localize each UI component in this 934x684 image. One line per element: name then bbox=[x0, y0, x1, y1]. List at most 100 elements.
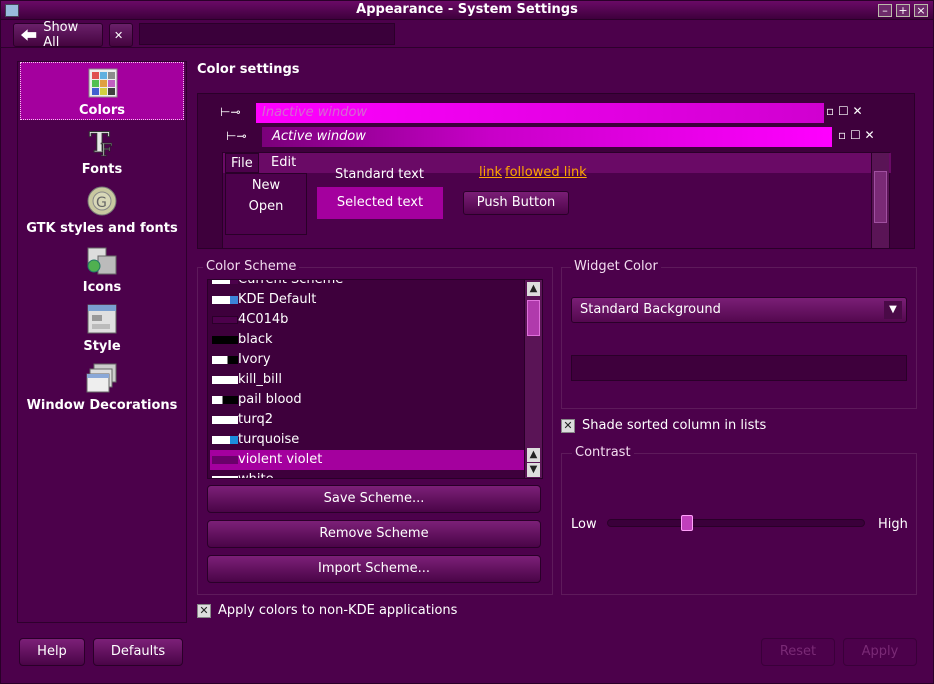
sidebar-item-style[interactable]: Style bbox=[20, 299, 184, 357]
swatch bbox=[212, 336, 238, 344]
active-window-titlebar: Active window bbox=[262, 127, 832, 147]
list-item[interactable]: black bbox=[210, 330, 526, 350]
appearance-window: Appearance - System Settings – + × Show … bbox=[0, 0, 934, 684]
push-button-sample: Push Button bbox=[463, 191, 569, 215]
fonts-icon: T F bbox=[89, 126, 113, 158]
sidebar-item-label: Fonts bbox=[81, 162, 123, 177]
apply-colors-label: Apply colors to non-KDE applications bbox=[218, 603, 458, 618]
scroll-thumb bbox=[874, 171, 887, 223]
list-item[interactable]: turq2 bbox=[210, 410, 526, 430]
maximize-button[interactable]: + bbox=[896, 4, 910, 17]
window-menu-icon: ⊢⊸ bbox=[220, 105, 241, 119]
reset-button[interactable]: Reset bbox=[761, 638, 835, 666]
inactive-window-titlebar: Inactive window bbox=[256, 103, 824, 123]
widget-color-group bbox=[561, 267, 917, 409]
apply-colors-checkbox[interactable]: ✕ bbox=[197, 604, 211, 618]
sidebar-item-label: Icons bbox=[82, 280, 122, 295]
list-item[interactable]: white bbox=[210, 470, 526, 478]
list-item[interactable]: Current Scheme bbox=[210, 280, 526, 290]
chevron-down-icon: ▼ bbox=[884, 301, 902, 319]
sidebar-item-label: Style bbox=[83, 339, 121, 354]
shade-sorted-label: Shade sorted column in lists bbox=[582, 418, 767, 433]
preview-client-area: File Edit New Open Standard text Selecte… bbox=[222, 152, 891, 248]
sidebar-item-label: GTK styles and fonts bbox=[26, 221, 178, 236]
title-bar[interactable]: Appearance - System Settings – + × bbox=[1, 1, 933, 20]
sidebar-item-gtk[interactable]: G GTK styles and fonts bbox=[20, 181, 184, 239]
standard-text: Standard text bbox=[335, 167, 424, 182]
sidebar-item-fonts[interactable]: T F Fonts bbox=[20, 122, 184, 180]
list-item[interactable]: pail blood bbox=[210, 390, 526, 410]
scroll-thumb[interactable] bbox=[527, 300, 540, 336]
followed-link-sample: followed link bbox=[505, 165, 587, 180]
scroll-up-icon[interactable]: ▲ bbox=[527, 448, 540, 462]
sidebar: Colors T F Fonts G GTK styles and fonts … bbox=[17, 61, 187, 623]
contrast-label: Contrast bbox=[572, 445, 634, 460]
widget-color-label: Widget Color bbox=[571, 259, 661, 274]
swatch bbox=[212, 296, 238, 304]
show-all-label: Show All bbox=[43, 20, 79, 50]
contrast-high-label: High bbox=[878, 517, 908, 532]
sidebar-item-window-decorations[interactable]: Window Decorations bbox=[20, 358, 184, 416]
shade-sorted-checkbox[interactable]: ✕ bbox=[561, 419, 575, 433]
sidebar-item-label: Window Decorations bbox=[26, 398, 178, 413]
swatch bbox=[212, 476, 238, 478]
window-title: Appearance - System Settings bbox=[356, 2, 578, 17]
remove-scheme-button[interactable]: Remove Scheme bbox=[207, 520, 541, 548]
help-button[interactable]: Help bbox=[19, 638, 85, 666]
page-title: Color settings bbox=[197, 62, 300, 77]
help-icon: ▫ ☐ ✕ bbox=[838, 128, 875, 142]
color-scheme-list[interactable]: Current Scheme KDE Default 4C014b black … bbox=[207, 279, 543, 479]
swatch bbox=[212, 436, 238, 444]
contrast-slider-handle[interactable] bbox=[681, 515, 693, 531]
scroll-down-icon[interactable]: ▼ bbox=[527, 463, 540, 477]
close-button[interactable]: × bbox=[914, 4, 928, 17]
swatch bbox=[212, 356, 238, 364]
list-item-selected[interactable]: violent violet bbox=[210, 450, 526, 470]
clear-icon: ✕ bbox=[114, 28, 124, 42]
menu-file: File bbox=[225, 153, 259, 173]
preview-scrollbar bbox=[871, 153, 889, 248]
sidebar-item-label: Colors bbox=[78, 103, 125, 118]
selected-text: Selected text bbox=[317, 187, 443, 219]
swatch bbox=[212, 376, 238, 384]
swatch bbox=[212, 396, 238, 404]
scroll-up-icon[interactable]: ▲ bbox=[527, 282, 540, 296]
import-scheme-button[interactable]: Import Scheme... bbox=[207, 555, 541, 583]
color-picker-button[interactable] bbox=[571, 355, 907, 381]
defaults-button[interactable]: Defaults bbox=[93, 638, 183, 666]
minimize-button[interactable]: – bbox=[878, 4, 892, 17]
list-item[interactable]: Ivory bbox=[210, 350, 526, 370]
svg-text:F: F bbox=[100, 140, 113, 158]
swatch bbox=[212, 280, 238, 284]
color-preview[interactable]: ⊢⊸ Inactive window ▫ ☐ ✕ ⊢⊸ Active windo… bbox=[197, 93, 915, 249]
style-icon bbox=[87, 304, 117, 334]
icons-icon bbox=[87, 247, 117, 275]
menu-item-open: Open bbox=[248, 199, 284, 214]
list-item[interactable]: 4C014b bbox=[210, 310, 526, 330]
search-input[interactable] bbox=[139, 23, 395, 45]
clear-search-button[interactable]: ✕ bbox=[109, 23, 133, 47]
link-sample: link bbox=[479, 165, 502, 180]
list-item[interactable]: turquoise bbox=[210, 430, 526, 450]
show-all-button[interactable]: Show All bbox=[13, 20, 103, 50]
save-scheme-button[interactable]: Save Scheme... bbox=[207, 485, 541, 513]
contrast-slider[interactable] bbox=[607, 519, 865, 527]
swatch bbox=[212, 456, 238, 464]
window-menu-icon: ⊢⊸ bbox=[226, 129, 247, 143]
back-arrow-icon bbox=[20, 29, 37, 41]
widget-color-select[interactable]: Standard Background ▼ bbox=[571, 297, 907, 323]
menu-edit: Edit bbox=[271, 155, 297, 170]
file-menu-dropdown: New Open bbox=[225, 173, 307, 235]
list-item[interactable]: kill_bill bbox=[210, 370, 526, 390]
window-decorations-icon bbox=[86, 363, 117, 393]
apply-button[interactable]: Apply bbox=[843, 638, 917, 666]
list-item[interactable]: KDE Default bbox=[210, 290, 526, 310]
help-icon: ▫ ☐ ✕ bbox=[826, 104, 863, 118]
swatch bbox=[212, 416, 238, 424]
sidebar-item-icons[interactable]: Icons bbox=[20, 240, 184, 298]
gtk-icon: G bbox=[87, 186, 117, 216]
sidebar-item-colors[interactable]: Colors bbox=[20, 62, 184, 120]
scheme-list-scrollbar[interactable]: ▲ ▲ ▼ bbox=[524, 280, 542, 478]
svg-text:G: G bbox=[96, 195, 107, 211]
contrast-low-label: Low bbox=[571, 517, 597, 532]
